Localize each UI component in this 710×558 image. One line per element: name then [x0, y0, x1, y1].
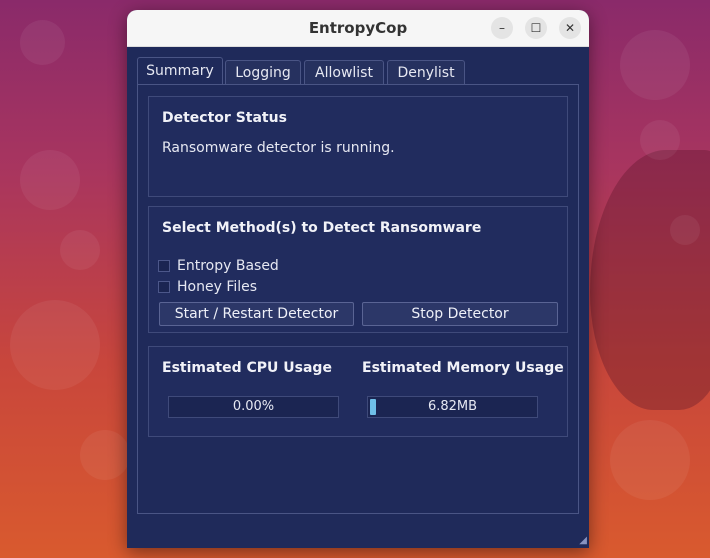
- wallpaper-bubble: [20, 20, 65, 65]
- tab-allowlist[interactable]: Allowlist: [304, 60, 384, 84]
- memory-usage-heading: Estimated Memory Usage: [362, 360, 564, 376]
- start-restart-detector-button[interactable]: Start / Restart Detector: [159, 302, 354, 326]
- entropy-based-checkbox[interactable]: [158, 260, 170, 272]
- detection-methods-group: Select Method(s) to Detect Ransomware En…: [148, 206, 568, 333]
- wallpaper-bubble: [20, 150, 80, 210]
- tab-summary[interactable]: Summary: [137, 57, 223, 85]
- wallpaper-bubble: [80, 430, 130, 480]
- wallpaper-bubble: [60, 230, 100, 270]
- honey-files-checkbox[interactable]: [158, 281, 170, 293]
- entropy-based-label[interactable]: Entropy Based: [177, 258, 279, 274]
- summary-panel: Detector Status Ransomware detector is r…: [137, 84, 579, 514]
- wallpaper-bubble: [610, 420, 690, 500]
- wallpaper-shape: [590, 150, 710, 410]
- wallpaper-bubble: [620, 30, 690, 100]
- title-bar[interactable]: EntropyCop – ☐ ✕: [127, 10, 589, 47]
- maximize-icon[interactable]: ☐: [525, 17, 547, 39]
- window-title: EntropyCop: [308, 19, 408, 37]
- wallpaper-bubble: [10, 300, 100, 390]
- honey-files-label[interactable]: Honey Files: [177, 279, 257, 295]
- cpu-usage-heading: Estimated CPU Usage: [162, 360, 332, 376]
- wallpaper-bubble: [640, 120, 680, 160]
- memory-usage-progress-bar: 6.82MB: [367, 396, 538, 418]
- minimize-icon[interactable]: –: [491, 17, 513, 39]
- cpu-usage-value: 0.00%: [232, 399, 275, 414]
- detector-status-group: Detector Status Ransomware detector is r…: [148, 96, 568, 197]
- wallpaper-bubble: [670, 215, 700, 245]
- resize-grip-icon[interactable]: ◢: [579, 535, 587, 546]
- stop-detector-button[interactable]: Stop Detector: [362, 302, 558, 326]
- app-window: EntropyCop – ☐ ✕ Summary Logging Allowli…: [127, 10, 589, 548]
- tab-denylist[interactable]: Denylist: [387, 60, 465, 84]
- detector-status-message: Ransomware detector is running.: [162, 140, 395, 156]
- cpu-usage-progress-bar: 0.00%: [168, 396, 339, 418]
- memory-usage-value: 6.82MB: [427, 399, 478, 414]
- resource-usage-group: Estimated CPU Usage 0.00% Estimated Memo…: [148, 346, 568, 437]
- detector-status-heading: Detector Status: [162, 110, 287, 126]
- tab-logging[interactable]: Logging: [225, 60, 301, 84]
- methods-heading: Select Method(s) to Detect Ransomware: [162, 220, 482, 236]
- close-icon[interactable]: ✕: [559, 17, 581, 39]
